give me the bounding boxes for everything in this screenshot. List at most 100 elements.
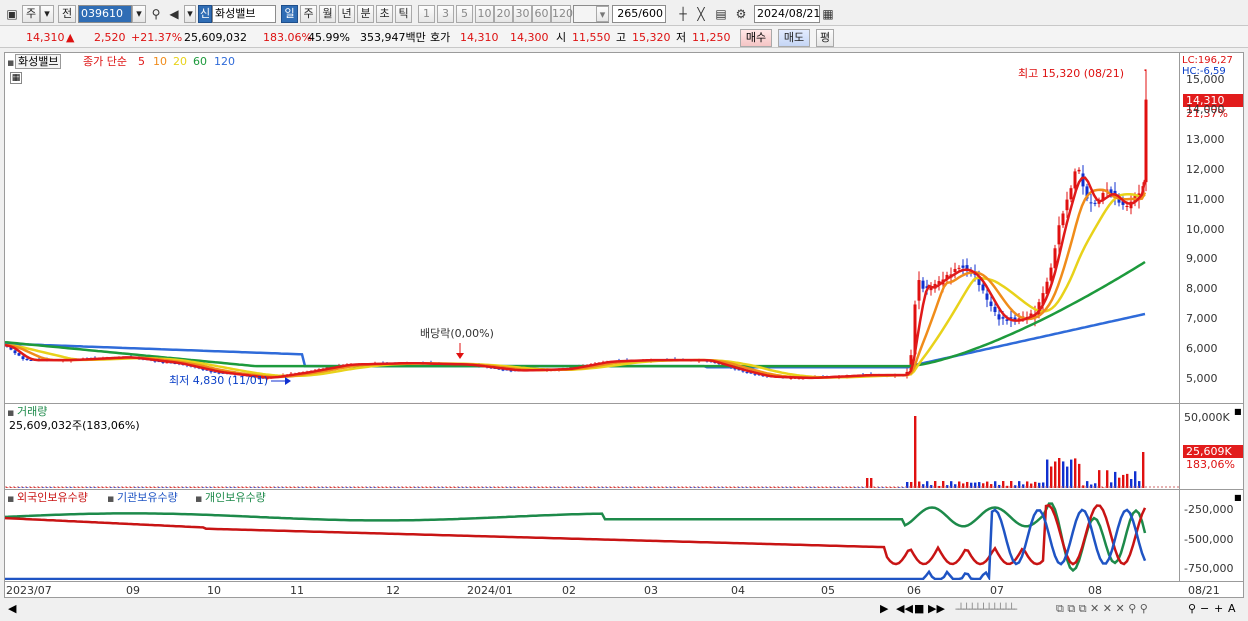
volume-bar [1118,477,1121,488]
scroll-bar[interactable]: ◀ ▶ ◀◀ ■ ▶▶ ╶┴┴┴┴┴┴┴┴┴┴╴ ⧉ ⧉ ⧉ ✕ ✕ ✕ ⚲ ⚲… [4,601,1244,617]
interval-3[interactable]: 3 [437,5,454,23]
interval-20[interactable]: 20 [494,5,513,23]
foreign-holding-label: 외국인보유수량 [17,491,88,504]
date-label: 2024/01 [467,584,513,597]
ma-10-label: 10 [153,55,167,68]
period-year[interactable]: 년 [338,5,355,23]
avg-button[interactable]: 평 [816,29,834,47]
holding-bullet-icon-2: ▪ [107,492,115,505]
volume-bar [1134,471,1137,488]
candle-body [997,314,1001,320]
candle-body [1077,169,1081,172]
price-chart [5,69,1148,385]
candle-body [13,350,17,354]
candle-body [957,267,961,269]
stock-name-tag[interactable]: 화성밸브 [15,54,62,69]
code-dropdown-icon[interactable]: ▾ [132,5,146,23]
interval-60[interactable]: 60 [532,5,551,23]
save-icon[interactable]: ▤ [713,5,729,23]
low-note: 최저 4,830 (11/01) [169,374,269,387]
volume-ratio: 183.06% [263,31,312,44]
speaker-icon[interactable]: ◀ [166,5,182,23]
price-tick-label: 6,000 [1186,342,1218,356]
period-day[interactable]: 일 [281,5,298,23]
volume-ytick: 50,000K [1184,411,1230,424]
sell-button[interactable]: 매도 [778,29,810,47]
volume-bar [1070,459,1073,488]
volume-bar [1098,470,1101,488]
volume-pct: 183,06% [1186,458,1235,471]
high-price: 15,320 [632,31,671,44]
calendar-icon[interactable]: ▦ [820,5,836,23]
font-size-icon[interactable]: A [1228,602,1236,615]
count-total: /600 [638,7,663,20]
interval-10[interactable]: 10 [475,5,494,23]
search-icon[interactable]: ⚲ [148,5,164,23]
price-tick-label: 8,000 [1186,282,1218,296]
holding-close-icon[interactable]: ■ [1234,491,1242,504]
period-minute[interactable]: 분 [357,5,374,23]
prev-button[interactable]: 전 [58,5,76,23]
speaker-dropdown-icon[interactable]: ▾ [184,5,196,23]
market-select[interactable]: 주 [22,5,40,23]
market-dropdown-icon[interactable]: ▾ [40,5,54,23]
interval-5[interactable]: 5 [456,5,473,23]
stock-code-input[interactable]: 039610 [78,5,132,23]
layout-icons[interactable]: ⧉ ⧉ ⧉ ✕ ✕ ✕ ⚲ ⚲ [1056,602,1148,615]
high-label: 고 [616,31,627,44]
forward-icon[interactable]: ▶▶ [928,602,945,615]
interval-30[interactable]: 30 [513,5,532,23]
rewind-icon[interactable]: ◀◀ [896,602,913,615]
price-chart-pane: ▪ 화성밸브 종가 단순 5 10 20 60 120 ▦ 최고 15,320 … [4,52,1180,404]
bid-label: 호가 [430,31,451,44]
open-price: 11,550 [572,31,611,44]
scroll-left-icon[interactable]: ◀ [8,602,16,615]
interval-dropdown-icon[interactable]: ▾ [596,6,609,22]
holding-bullet-icon: ▪ [7,492,15,505]
ma-20-label: 20 [173,55,187,68]
period-tick[interactable]: 틱 [395,5,412,23]
minus-icon[interactable]: − [1200,602,1209,615]
date-label: 04 [731,584,745,597]
scroll-right-icon[interactable]: ▶ [880,602,888,615]
volume-close-icon[interactable]: ■ [1234,405,1242,418]
data-table-icon[interactable]: ▦ [10,72,22,84]
period-second[interactable]: 초 [376,5,393,23]
buy-button[interactable]: 매수 [740,29,772,47]
volume-bar [1074,458,1077,488]
date-label: 03 [644,584,658,597]
volume-bar [1122,474,1125,488]
interval-120[interactable]: 120 [551,5,573,23]
volume-info: 25,609,032주(183,06%) [9,419,140,432]
zoom-in-icon[interactable]: ⚲ [1188,602,1196,615]
volume-bar [914,416,917,488]
bid-price: 14,300 [510,31,549,44]
price-tick-label: 13,000 [1186,132,1225,146]
candle-body [961,265,965,268]
plus-icon[interactable]: + [1214,602,1223,615]
window-menu-icon[interactable]: ▣ [4,5,20,23]
stop-icon[interactable]: ■ [914,602,924,615]
ma-120-label: 120 [214,55,235,68]
trade-amount: 353,947백만 [360,31,426,44]
line-tool-icon[interactable]: ╳ [693,5,709,23]
candle-body [985,293,989,300]
date-label: 2023/07 [6,584,52,597]
holding-pane: ▪ 외국인보유수량 ▪ 기관보유수량 ▪ 개인보유수량 [4,490,1180,582]
candle-type-icon[interactable]: ┼ [675,5,691,23]
institution-holding-label: 기관보유수량 [117,491,178,504]
date-input[interactable]: 2024/08/21 [754,5,820,23]
period-month[interactable]: 월 [319,5,336,23]
volume-tag: 25,609K [1183,445,1243,458]
volume-title: 거래량 [17,405,48,418]
price-tick-label: 15,000 [1186,72,1225,86]
candle-body [25,358,29,361]
up-arrow-icon: ▲ [66,31,75,44]
zoom-slider[interactable]: ╶┴┴┴┴┴┴┴┴┴┴╴ [952,603,1020,616]
ma-label: 종가 단순 [83,55,127,68]
count-input[interactable]: 265/600 [612,5,666,23]
holding-chart [5,502,1147,580]
period-week[interactable]: 주 [300,5,317,23]
interval-1[interactable]: 1 [418,5,435,23]
gear-icon[interactable]: ⚙ [733,5,749,23]
